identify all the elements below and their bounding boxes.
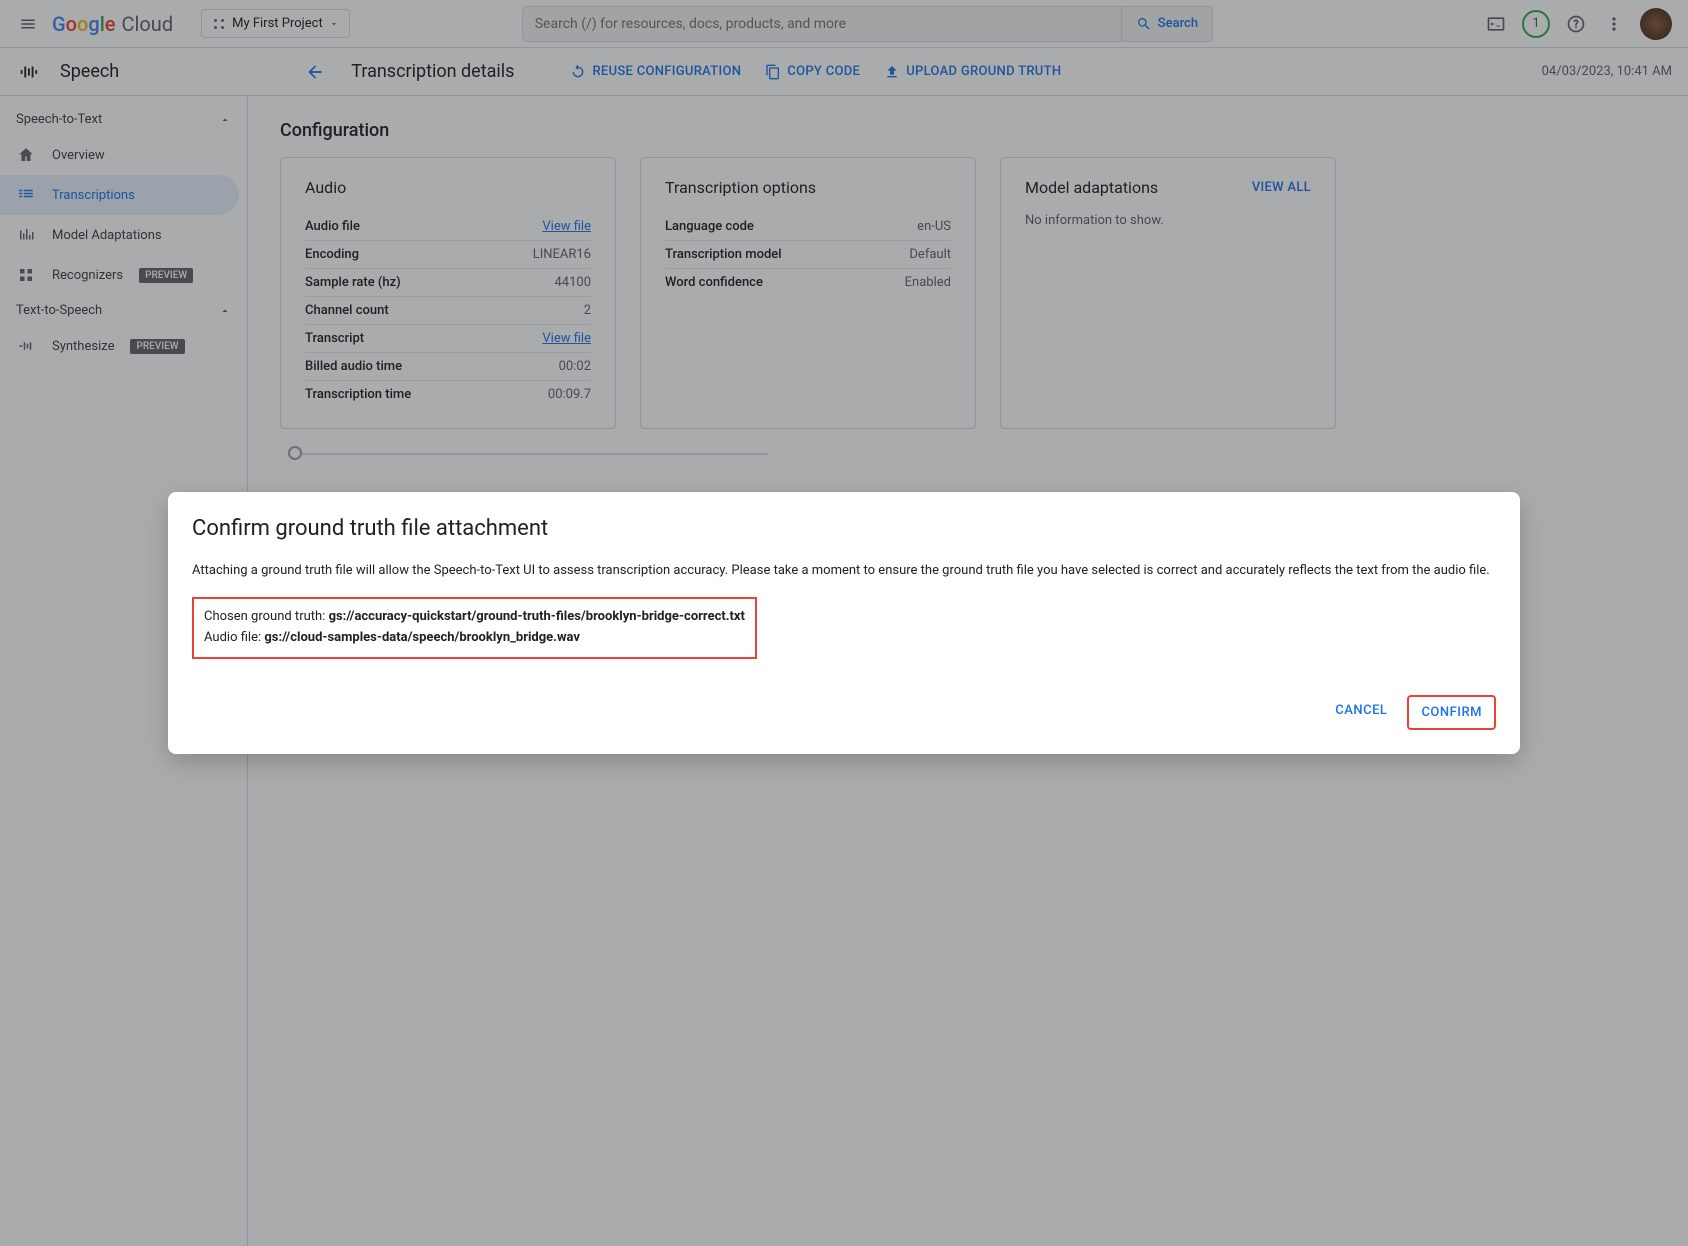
ground-truth-path: gs://accuracy-quickstart/ground-truth-fi… [329, 609, 745, 624]
file-info-box: Chosen ground truth: gs://accuracy-quick… [192, 597, 757, 659]
modal-body: Attaching a ground truth file will allow… [192, 561, 1496, 581]
cancel-button[interactable]: CANCEL [1323, 695, 1399, 730]
audio-file-path: gs://cloud-samples-data/speech/brooklyn_… [264, 630, 580, 645]
modal-overlay: Confirm ground truth file attachment Att… [0, 0, 1688, 1246]
modal-title: Confirm ground truth file attachment [192, 516, 1496, 541]
confirm-button[interactable]: CONFIRM [1407, 695, 1496, 730]
confirm-modal: Confirm ground truth file attachment Att… [168, 492, 1520, 753]
